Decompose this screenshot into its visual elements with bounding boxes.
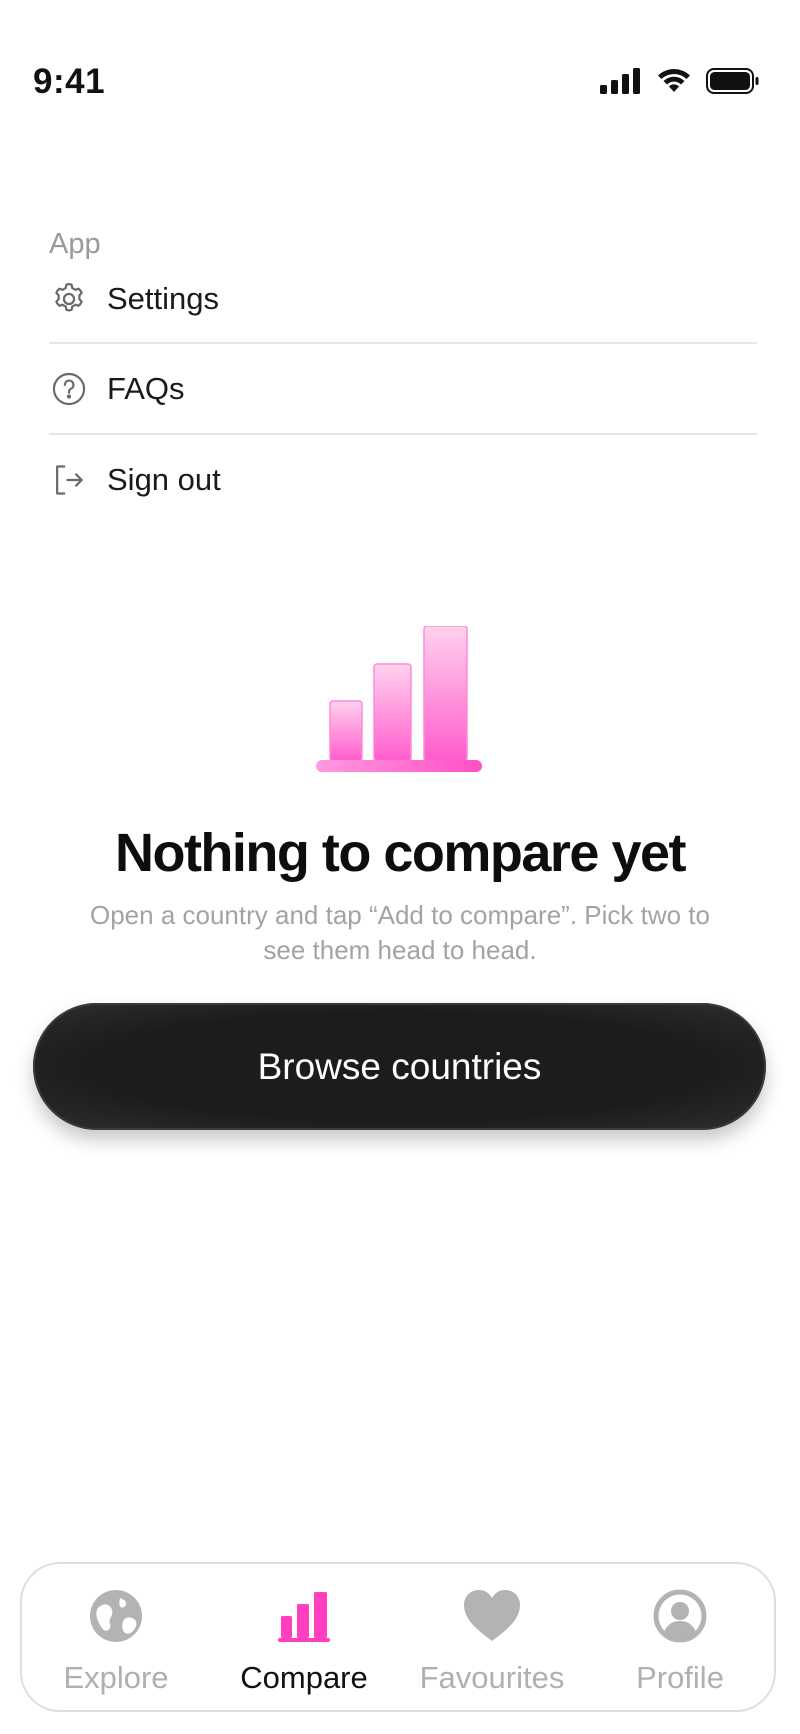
empty-state-subtitle: Open a country and tap “Add to compare”.… [90, 900, 710, 965]
gear-icon [49, 279, 89, 319]
status-bar: 9:41 [0, 0, 800, 170]
tab-explore[interactable]: Explore [22, 1564, 210, 1710]
wifi-icon [656, 68, 692, 99]
tab-label-compare: Compare [240, 1660, 368, 1695]
tab-profile[interactable]: Profile [586, 1564, 774, 1710]
battery-icon [706, 68, 760, 99]
menu-item-sign-out[interactable]: Sign out [49, 435, 757, 524]
status-icons [600, 68, 760, 99]
menu-label-sign-out: Sign out [107, 461, 221, 497]
tab-compare[interactable]: Compare [210, 1564, 398, 1710]
browse-countries-button[interactable]: Browse countries [33, 1003, 766, 1130]
person-circle-icon [650, 1586, 710, 1646]
menu-item-settings[interactable]: Settings [49, 256, 757, 344]
bar-chart-icon [274, 1586, 334, 1646]
bar-chart-icon [316, 625, 484, 776]
tab-bar: Explore Compare Favourites Profile [20, 1562, 776, 1712]
tab-favourites[interactable]: Favourites [398, 1564, 586, 1710]
menu-label-faqs: FAQs [107, 370, 185, 406]
globe-icon [86, 1586, 146, 1646]
tab-label-profile: Profile [636, 1660, 724, 1695]
empty-state-title: Nothing to compare yet [114, 823, 687, 883]
menu-item-faqs[interactable]: FAQs [49, 344, 757, 435]
heart-icon [462, 1586, 522, 1646]
cellular-signal-icon [600, 68, 642, 99]
tab-label-explore: Explore [63, 1660, 169, 1695]
sign-out-icon [49, 460, 89, 500]
question-circle-icon [49, 369, 89, 409]
tab-label-favourites: Favourites [419, 1660, 565, 1695]
menu-label-settings: Settings [107, 281, 220, 316]
app-menu: App Settings FAQs Sign out [49, 222, 757, 524]
status-time: 9:41 [33, 62, 106, 101]
